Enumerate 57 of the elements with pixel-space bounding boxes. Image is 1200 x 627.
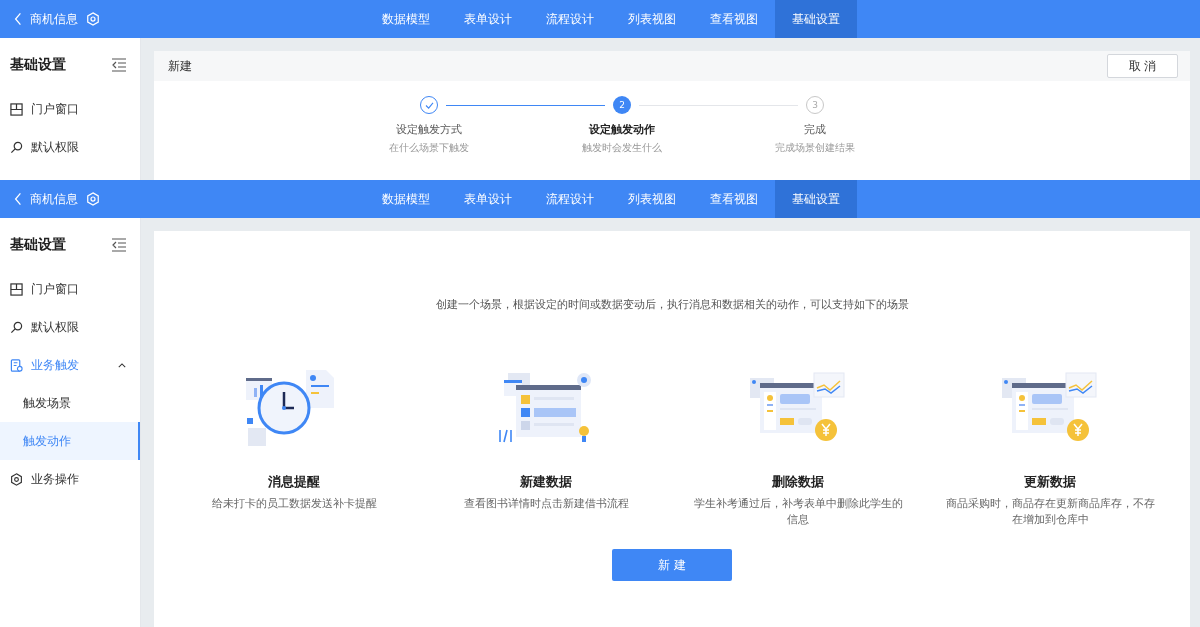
settings-icon[interactable] [86, 192, 100, 206]
nav-tab[interactable]: 基础设置 [775, 0, 857, 38]
nav-tab[interactable]: 数据模型 [365, 180, 447, 218]
step-title: 设定触发动作 [589, 122, 655, 137]
sidebar-item[interactable]: 门户窗口 [0, 90, 140, 128]
nav-tab[interactable]: 流程设计 [529, 180, 611, 218]
scenario-description: 给未打卡的员工数据发送补卡提醒 [210, 496, 378, 512]
sidebar-item[interactable]: 业务触发 [0, 346, 140, 384]
step-description: 触发时会发生什么 [582, 141, 662, 155]
nav-tab[interactable]: 表单设计 [447, 180, 529, 218]
sidebar-subitem[interactable]: 触发动作 [0, 422, 140, 460]
sidebar-title: 基础设置 [10, 56, 66, 74]
document-icon [10, 358, 23, 372]
step-description: 在什么场景下触发 [389, 141, 469, 155]
nav-tab[interactable]: 查看视图 [693, 180, 775, 218]
sidebar-item[interactable]: 默认权限 [0, 308, 140, 346]
app-title: 商机信息 [30, 10, 78, 28]
back-icon[interactable] [14, 192, 22, 206]
sidebar-item[interactable]: 门户窗口 [0, 270, 140, 308]
collapse-menu-icon[interactable] [111, 58, 127, 72]
step-title: 设定触发方式 [396, 122, 462, 137]
layout-icon [10, 282, 23, 296]
check-icon [424, 101, 434, 109]
search-icon [10, 140, 23, 154]
page-title: 新建 [168, 57, 192, 75]
sidebar-title: 基础设置 [10, 236, 66, 254]
nav-tab[interactable]: 数据模型 [365, 0, 447, 38]
scenario-description: 商品采购时，商品存在更新商品库存，不存在增加到仓库中 [944, 496, 1156, 528]
sidebar-item[interactable]: 业务操作 [0, 460, 140, 498]
nav-tab[interactable]: 查看视图 [693, 0, 775, 38]
nav-tab[interactable]: 列表视图 [611, 180, 693, 218]
collapse-menu-icon[interactable] [111, 238, 127, 252]
create-button[interactable]: 新 建 [612, 549, 732, 581]
search-icon [10, 320, 23, 334]
scenario-title: 消息提醒 [268, 473, 320, 491]
sidebar-item[interactable]: 默认权限 [0, 128, 140, 166]
sidebar-subitem[interactable]: 触发场景 [0, 384, 140, 422]
nav-tab[interactable]: 流程设计 [529, 0, 611, 38]
app-title: 商机信息 [30, 190, 78, 208]
step-description: 完成场景创建结果 [775, 141, 855, 155]
settings-icon [10, 472, 23, 486]
scenario-description: 查看图书详情时点击新建借书流程 [462, 496, 630, 512]
step-title: 完成 [804, 122, 826, 137]
scenario-title: 删除数据 [772, 473, 824, 491]
settings-icon[interactable] [86, 12, 100, 26]
nav-tab[interactable]: 表单设计 [447, 0, 529, 38]
scenario-title: 新建数据 [520, 473, 572, 491]
scenario-description: 学生补考通过后，补考表单中删除此学生的信息 [692, 496, 904, 528]
chevron-icon [118, 362, 126, 368]
intro-text: 创建一个场景，根据设定的时间或数据变动后，执行消息和数据相关的动作，可以支持如下的场景 [435, 297, 909, 312]
back-icon[interactable] [14, 12, 22, 26]
cancel-button[interactable]: 取 消 [1107, 54, 1178, 78]
layout-icon [10, 102, 23, 116]
nav-tab[interactable]: 列表视图 [611, 0, 693, 38]
scenario-title: 更新数据 [1024, 473, 1076, 491]
step-indicator: 2 [613, 96, 631, 114]
nav-tab[interactable]: 基础设置 [775, 180, 857, 218]
